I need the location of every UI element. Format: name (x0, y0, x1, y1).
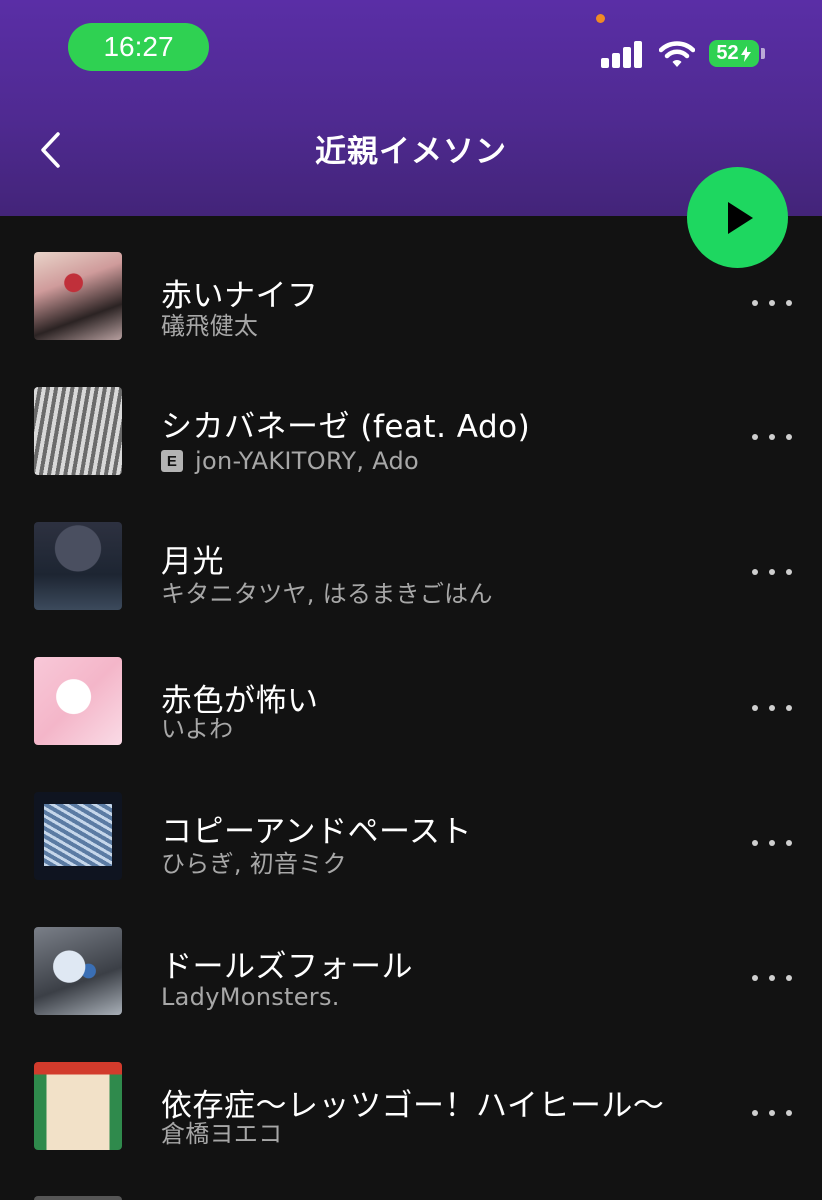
track-artist: LadyMonsters. (161, 983, 340, 1011)
track-artist: 倉橋ヨエコ (161, 1120, 283, 1148)
track-row[interactable]: シカバネーゼ (feat. Ado) E jon-YAKITORY, Ado (0, 387, 822, 507)
album-art (34, 1062, 122, 1150)
track-row[interactable]: ドールズフォール LadyMonsters. (0, 927, 822, 1047)
more-button[interactable] (752, 1098, 792, 1128)
track-artist: ひらぎ, 初音ミク (161, 850, 347, 878)
explicit-badge: E (161, 450, 183, 472)
battery-cap (761, 48, 765, 59)
battery-level: 52 (716, 42, 739, 64)
track-artist: 礒飛健太 (161, 312, 259, 340)
wifi-icon (659, 41, 695, 67)
track-row[interactable]: 赤いナイフ 礒飛健太 (0, 252, 822, 372)
album-art (34, 927, 122, 1015)
more-button[interactable] (752, 422, 792, 452)
more-button[interactable] (752, 963, 792, 993)
track-artist: いよわ (161, 715, 234, 743)
more-button[interactable] (752, 288, 792, 318)
track-row[interactable]: 月光 キタニタツヤ, はるまきごはん (0, 522, 822, 642)
track-row[interactable]: 依存症〜レッツゴー！ハイヒール〜 倉橋ヨエコ (0, 1062, 822, 1182)
more-button[interactable] (752, 693, 792, 723)
album-art (34, 657, 122, 745)
track-artist-line: E jon-YAKITORY, Ado (161, 447, 419, 475)
more-icon (752, 840, 758, 846)
more-button[interactable] (752, 557, 792, 587)
more-icon (752, 705, 758, 711)
signal-icon (601, 40, 643, 68)
album-art (34, 792, 122, 880)
track-title: ドールズフォール (161, 949, 413, 985)
battery-icon: 52 (709, 40, 759, 67)
page-title: 近親イメソン (315, 134, 507, 170)
track-artist: キタニタツヤ, はるまきごはん (161, 580, 493, 608)
more-icon (752, 300, 758, 306)
album-art (34, 387, 122, 475)
album-art (34, 522, 122, 610)
track-row[interactable]: 赤色が怖い いよわ (0, 657, 822, 777)
track-artist: jon-YAKITORY, Ado (195, 447, 420, 475)
album-art-partial (34, 1196, 122, 1200)
status-time: 16:27 (68, 23, 209, 71)
more-button[interactable] (752, 828, 792, 858)
more-icon (752, 975, 758, 981)
more-icon (752, 569, 758, 575)
play-icon (727, 201, 753, 234)
more-icon (752, 1110, 758, 1116)
album-art (34, 252, 122, 340)
track-row[interactable]: コピーアンドペースト ひらぎ, 初音ミク (0, 792, 822, 912)
track-title: シカバネーゼ (feat. Ado) (161, 409, 531, 445)
more-icon (752, 434, 758, 440)
privacy-indicator (596, 14, 605, 23)
